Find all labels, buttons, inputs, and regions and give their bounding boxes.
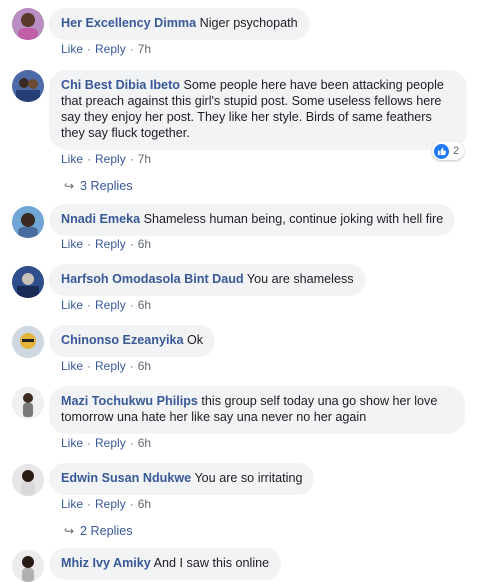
comment-author[interactable]: Edwin Susan Ndukwe [61,471,191,485]
comment-text: Shameless human being, continue joking w… [143,212,444,226]
comment-actions: Like · Reply · 6h [61,436,152,450]
comment-actions: Like · Reply · 7h [61,42,152,56]
comment-author[interactable]: Mhiz Ivy Amiky [61,556,151,570]
replies-label: 2 Replies [80,524,133,538]
reply-arrow-icon: ↪ [64,179,75,193]
like-link[interactable]: Like [61,359,83,373]
view-replies-link[interactable]: ↪ 2 Replies [64,524,133,538]
timestamp[interactable]: 6h [138,237,151,251]
comment-text: Niger psychopath [199,16,298,30]
comment-author[interactable]: Chi Best Dibia Ibeto [61,78,180,92]
like-link[interactable]: Like [61,497,83,511]
reply-link[interactable]: Reply [95,497,126,511]
comment-bubble: Chi Best Dibia Ibeto Some people here ha… [49,70,467,150]
comment-bubble: Chinonso Ezeanyika Ok [49,325,216,357]
timestamp[interactable]: 7h [138,42,151,56]
timestamp[interactable]: 6h [138,436,151,450]
comment-actions: Like · Reply · 6h [61,359,152,373]
replies-label: 3 Replies [80,179,133,193]
comment-bubble: Mazi Tochukwu Philips this group self to… [49,386,465,434]
avatar[interactable] [12,550,44,582]
comment-bubble: Nnadi Emeka Shameless human being, conti… [49,204,456,236]
comment-author[interactable]: Harfsoh Omodasola Bint Daud [61,272,244,286]
comment-actions: Like · Reply · 6h [61,298,152,312]
comment-bubble: Harfsoh Omodasola Bint Daud You are sham… [49,264,366,296]
comment-author[interactable]: Mazi Tochukwu Philips [61,394,198,408]
like-link[interactable]: Like [61,152,83,166]
comment-text: You are so irritating [194,471,303,485]
comment-author[interactable]: Chinonso Ezeanyika [61,333,183,347]
comment-author[interactable]: Nnadi Emeka [61,212,140,226]
like-link[interactable]: Like [61,436,83,450]
avatar[interactable] [12,387,44,419]
view-replies-link[interactable]: ↪ 3 Replies [64,179,133,193]
avatar[interactable] [12,266,44,298]
reply-link[interactable]: Reply [95,152,126,166]
avatar[interactable] [12,70,44,102]
timestamp[interactable]: 6h [138,497,151,511]
comment-text: You are shameless [246,272,354,286]
reply-link[interactable]: Reply [95,298,126,312]
timestamp[interactable]: 7h [138,152,151,166]
comment-text: And I saw this online [153,556,270,570]
avatar[interactable] [12,206,44,238]
reply-arrow-icon: ↪ [64,524,75,538]
reply-link[interactable]: Reply [95,359,126,373]
reaction-count: 2 [453,145,460,157]
comment-author[interactable]: Her Excellency Dimma [61,16,196,30]
reply-link[interactable]: Reply [95,237,126,251]
thumbs-up-icon [434,143,449,159]
like-link[interactable]: Like [61,237,83,251]
comment-text: Ok [186,333,204,347]
comment-bubble: Edwin Susan Ndukwe You are so irritating [49,463,315,495]
reply-link[interactable]: Reply [95,436,126,450]
avatar[interactable] [12,8,44,40]
comment-bubble: Mhiz Ivy Amiky And I saw this online [49,548,282,580]
comment-bubble: Her Excellency Dimma Niger psychopath [49,8,310,40]
comment-actions: Like · Reply · 6h [61,497,152,511]
avatar[interactable] [12,464,44,496]
like-link[interactable]: Like [61,298,83,312]
reaction-badge[interactable]: 2 [432,142,465,160]
like-link[interactable]: Like [61,42,83,56]
timestamp[interactable]: 6h [138,298,151,312]
timestamp[interactable]: 6h [138,359,151,373]
comment-actions: Like · Reply · 6h [61,237,152,251]
avatar[interactable] [12,326,44,358]
reply-link[interactable]: Reply [95,42,126,56]
comment-actions: Like · Reply · 7h [61,152,152,166]
